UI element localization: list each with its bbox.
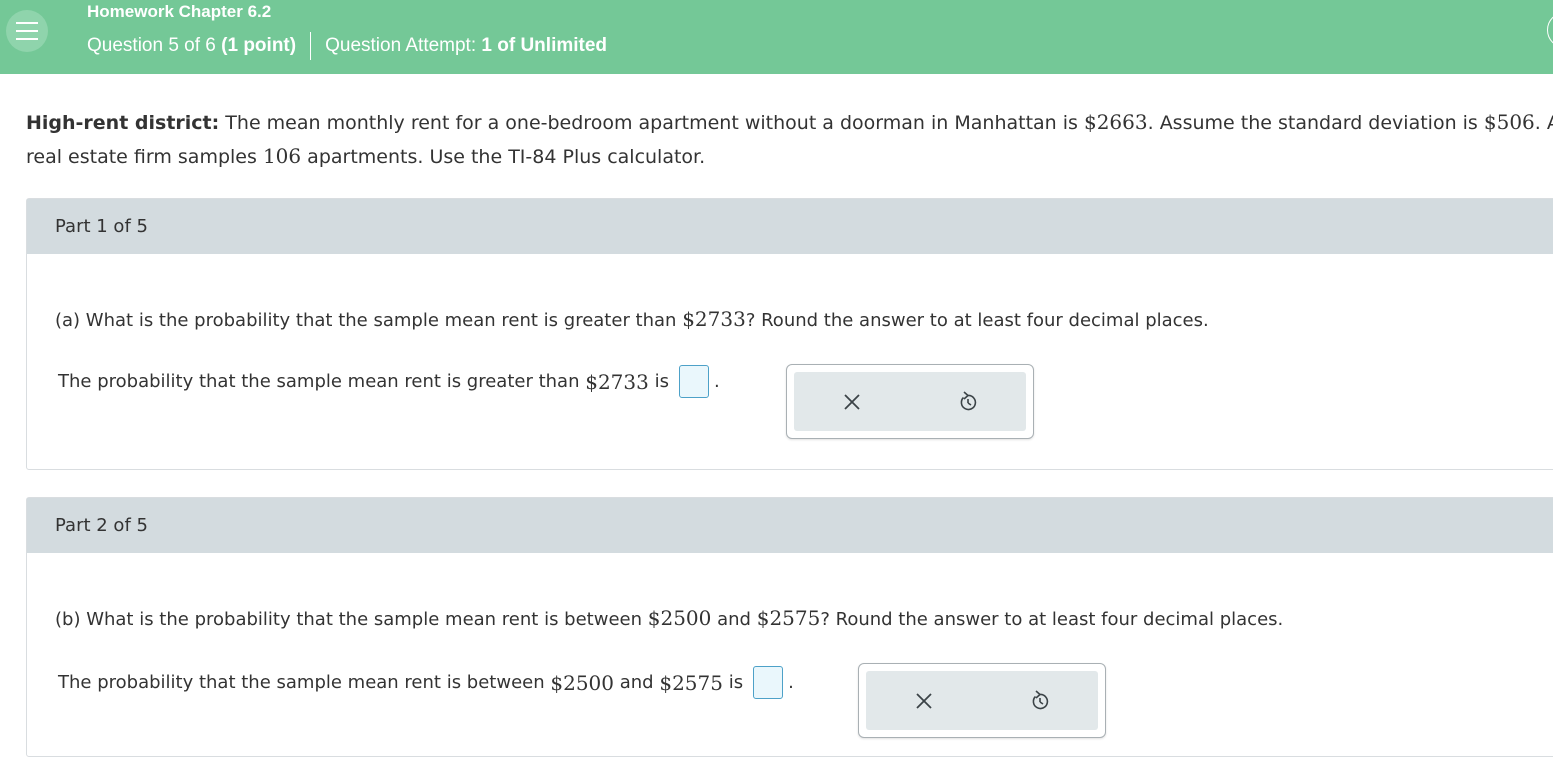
sample-size-value: 106 <box>262 144 302 168</box>
problem-text: real estate firm samples <box>26 146 257 168</box>
undo-button[interactable] <box>955 389 981 415</box>
threshold-value: $2733 <box>682 307 746 331</box>
tool-tray <box>794 372 1026 431</box>
problem-text: The mean monthly rent for a one-bedroom … <box>225 112 1078 134</box>
threshold-value: $2733 <box>585 369 649 394</box>
period: . <box>788 672 794 693</box>
undo-button[interactable] <box>1027 688 1053 714</box>
problem-text: apartments. Use the TI-84 Plus calculato… <box>307 146 706 168</box>
header-edge-button[interactable] <box>1547 12 1553 48</box>
problem-text: . Assume the standard deviation is <box>1147 112 1478 134</box>
lower-value: $2500 <box>550 670 614 695</box>
part-1-answer-line: The probability that the sample mean ren… <box>58 365 720 398</box>
undo-icon <box>960 391 977 411</box>
part-1-header: Part 1 of 5 <box>27 199 1553 254</box>
clear-button[interactable] <box>911 688 937 714</box>
part-1-panel: Part 1 of 5 (a) What is the probability … <box>26 198 1553 470</box>
answer-text: and <box>619 672 654 693</box>
part-2-header: Part 2 of 5 <box>27 498 1553 553</box>
question-info: Question 5 of 6 (1 point) Question Attem… <box>87 32 607 60</box>
upper-value: $2575 <box>659 670 723 695</box>
answer-text: The probability that the sample mean ren… <box>58 371 580 392</box>
question-text: ? Round the answer to at least four deci… <box>745 310 1209 331</box>
assignment-title: Homework Chapter 6.2 <box>87 2 272 21</box>
problem-statement: High-rent district: The mean monthly ren… <box>26 106 1553 174</box>
tool-tray <box>866 671 1098 730</box>
part-2-answer-input[interactable] <box>753 666 784 699</box>
attempt-value: 1 of Unlimited <box>481 35 608 56</box>
question-text: ? Round the answer to at least four deci… <box>820 609 1284 630</box>
part-1-answer-tools <box>786 364 1034 439</box>
problem-text: . A <box>1534 112 1553 134</box>
mean-value: $2663 <box>1083 110 1148 134</box>
answer-text: is <box>728 672 744 693</box>
part-2-panel: Part 2 of 5 (b) What is the probability … <box>26 497 1553 757</box>
close-x-icon <box>844 394 860 410</box>
attempt-label: Question Attempt: <box>325 35 477 56</box>
clear-button[interactable] <box>839 389 865 415</box>
part-1-question: (a) What is the probability that the sam… <box>55 307 1209 331</box>
part-1-answer-input[interactable] <box>678 365 709 398</box>
question-position: Question 5 of 6 <box>87 35 216 56</box>
question-text: (b) What is the probability that the sam… <box>55 609 643 630</box>
upper-value: $2575 <box>756 606 821 630</box>
problem-label: High-rent district: <box>26 112 220 134</box>
part-2-answer-tools <box>858 663 1106 738</box>
part-2-answer-line: The probability that the sample mean ren… <box>58 666 794 699</box>
undo-icon <box>1032 690 1049 710</box>
answer-text: is <box>654 371 669 392</box>
part-2-question: (b) What is the probability that the sam… <box>55 606 1283 630</box>
answer-text: The probability that the sample mean ren… <box>58 672 545 693</box>
question-text: and <box>717 609 751 630</box>
lower-value: $2500 <box>647 606 712 630</box>
close-x-icon <box>916 693 932 709</box>
menu-button[interactable] <box>6 10 48 52</box>
question-points: (1 point) <box>221 35 297 56</box>
header-divider <box>310 32 312 60</box>
sd-value: $506 <box>1483 110 1535 134</box>
period: . <box>713 371 720 392</box>
top-header: Homework Chapter 6.2 Question 5 of 6 (1 … <box>0 0 1553 74</box>
question-text: (a) What is the probability that the sam… <box>55 310 677 331</box>
